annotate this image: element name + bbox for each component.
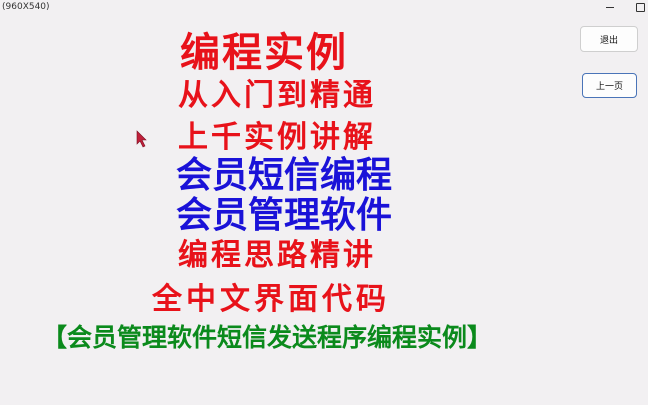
minimize-icon bbox=[606, 6, 614, 8]
text-line-2: 从入门到精通 bbox=[178, 78, 376, 113]
text-line-6: 编程思路精讲 bbox=[178, 238, 376, 273]
window-title: (960X540) bbox=[2, 2, 50, 12]
minimize-button[interactable] bbox=[600, 0, 620, 14]
maximize-button[interactable] bbox=[630, 0, 648, 14]
previous-page-button[interactable]: 上一页 bbox=[582, 73, 637, 98]
app-window: (960X540) 退出 上一页 编程实例 从入门到精通 上千实例讲解 会员短信… bbox=[0, 0, 648, 405]
maximize-icon bbox=[635, 2, 645, 12]
text-line-7: 全中文界面代码 bbox=[152, 282, 390, 317]
bottom-banner-text: 【会员管理软件短信发送程序编程实例】 bbox=[42, 323, 493, 352]
mouse-cursor-icon bbox=[136, 130, 147, 148]
exit-button[interactable]: 退出 bbox=[580, 26, 638, 52]
